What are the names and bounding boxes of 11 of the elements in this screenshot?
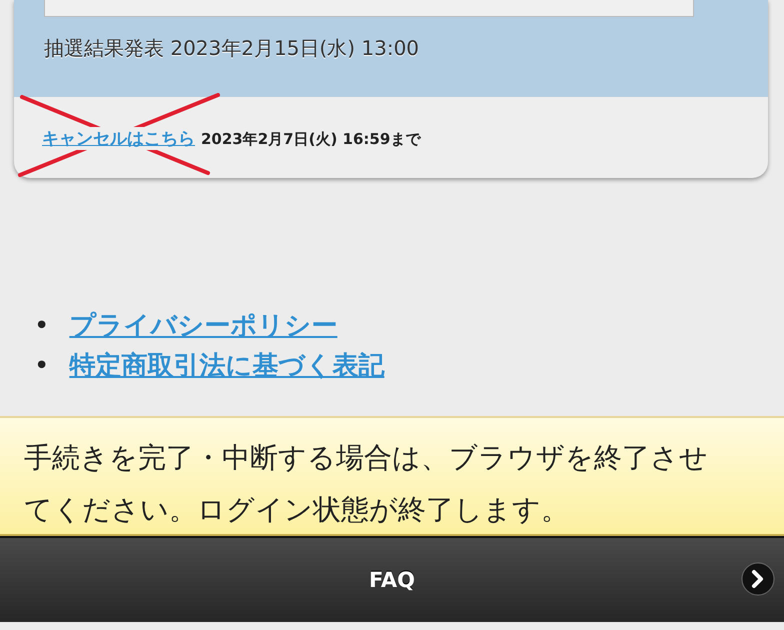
faq-bar[interactable]: FAQ <box>0 536 784 622</box>
notice-text: 手続きを完了・中断する場合は、ブラウザを終了させてください。ログイン状態が終了します。 <box>24 441 708 526</box>
cancel-deadline-text: 2023年2月7日(火) 16:59まで <box>201 130 420 149</box>
cancel-link[interactable]: キャンセルはこちら <box>42 127 195 150</box>
list-bullet: • <box>34 350 50 383</box>
faq-label: FAQ <box>368 568 416 592</box>
footer-link[interactable]: プライバシーポリシー <box>69 306 338 346</box>
list-bullet: • <box>34 310 50 343</box>
result-announcement-text: 抽選結果発表 2023年2月15日(水) 13:00 <box>44 35 420 62</box>
footer-link[interactable]: 特定商取引法に基づく表記 <box>69 346 384 386</box>
chevron-right-icon <box>741 562 775 596</box>
